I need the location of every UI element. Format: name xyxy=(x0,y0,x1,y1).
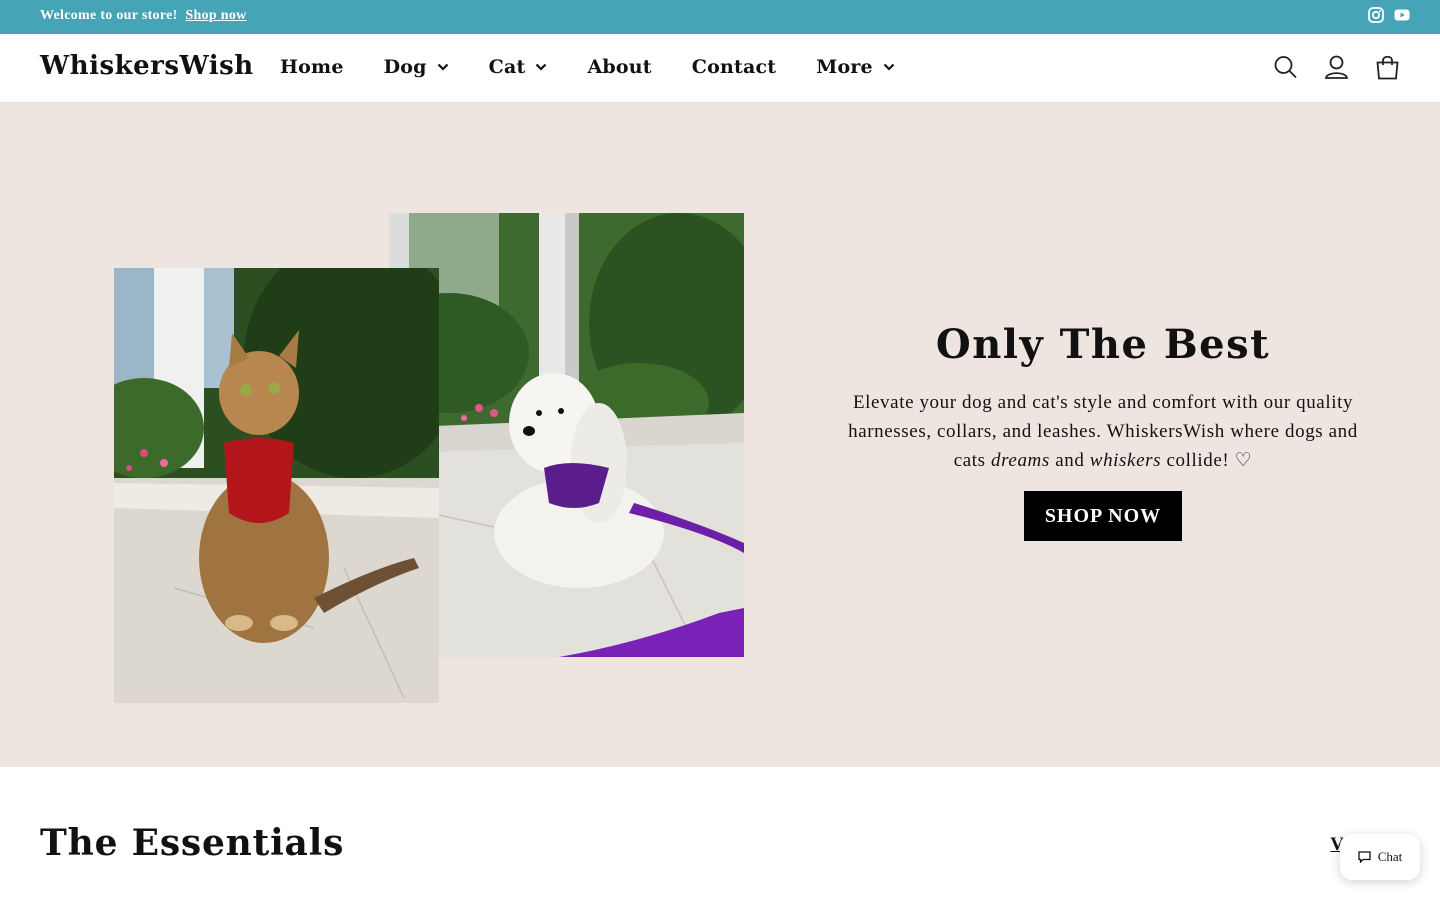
announcement-bar: Welcome to our store! Shop now xyxy=(0,0,1440,34)
hero-title: Only The Best xyxy=(935,321,1271,368)
nav-item-cat[interactable]: Cat xyxy=(489,56,548,78)
header-actions xyxy=(1273,54,1400,80)
shop-now-button[interactable]: SHOP NOW xyxy=(1023,491,1183,541)
social-links xyxy=(1368,7,1410,23)
store-logo[interactable]: WhiskersWish xyxy=(40,51,254,81)
chat-bubble-icon xyxy=(1358,851,1371,863)
nav-item-home[interactable]: Home xyxy=(280,56,344,78)
instagram-icon[interactable] xyxy=(1368,7,1384,23)
nav-item-contact[interactable]: Contact xyxy=(692,56,776,78)
chevron-down-icon xyxy=(536,63,547,71)
chat-button[interactable]: Chat xyxy=(1340,834,1420,880)
hero-content: Only The Best Elevate your dog and cat's… xyxy=(845,321,1361,541)
cart-icon[interactable] xyxy=(1375,54,1400,80)
site-header: WhiskersWish Home Dog Cat About Contact … xyxy=(0,34,1440,103)
youtube-icon[interactable] xyxy=(1394,7,1410,23)
chat-label: Chat xyxy=(1377,849,1403,864)
chevron-down-icon xyxy=(437,63,448,71)
shop-now-link[interactable]: Shop now xyxy=(185,8,246,23)
hero-banner: Only The Best Elevate your dog and cat's… xyxy=(0,103,1440,767)
dog-photo xyxy=(389,213,744,657)
cat-photo xyxy=(114,268,439,703)
nav-item-dog[interactable]: Dog xyxy=(384,56,449,78)
search-icon[interactable] xyxy=(1273,54,1298,80)
chevron-down-icon xyxy=(883,63,895,71)
announcement-message: Welcome to our store! Shop now xyxy=(40,8,247,23)
nav-item-about[interactable]: About xyxy=(587,56,651,78)
account-icon[interactable] xyxy=(1324,54,1349,80)
section-title: The Essentials xyxy=(40,822,345,864)
hero-description: Elevate your dog and cat's style and com… xyxy=(848,392,1358,471)
main-nav: Home Dog Cat About Contact More xyxy=(280,56,895,78)
nav-item-more[interactable]: More xyxy=(816,56,895,78)
